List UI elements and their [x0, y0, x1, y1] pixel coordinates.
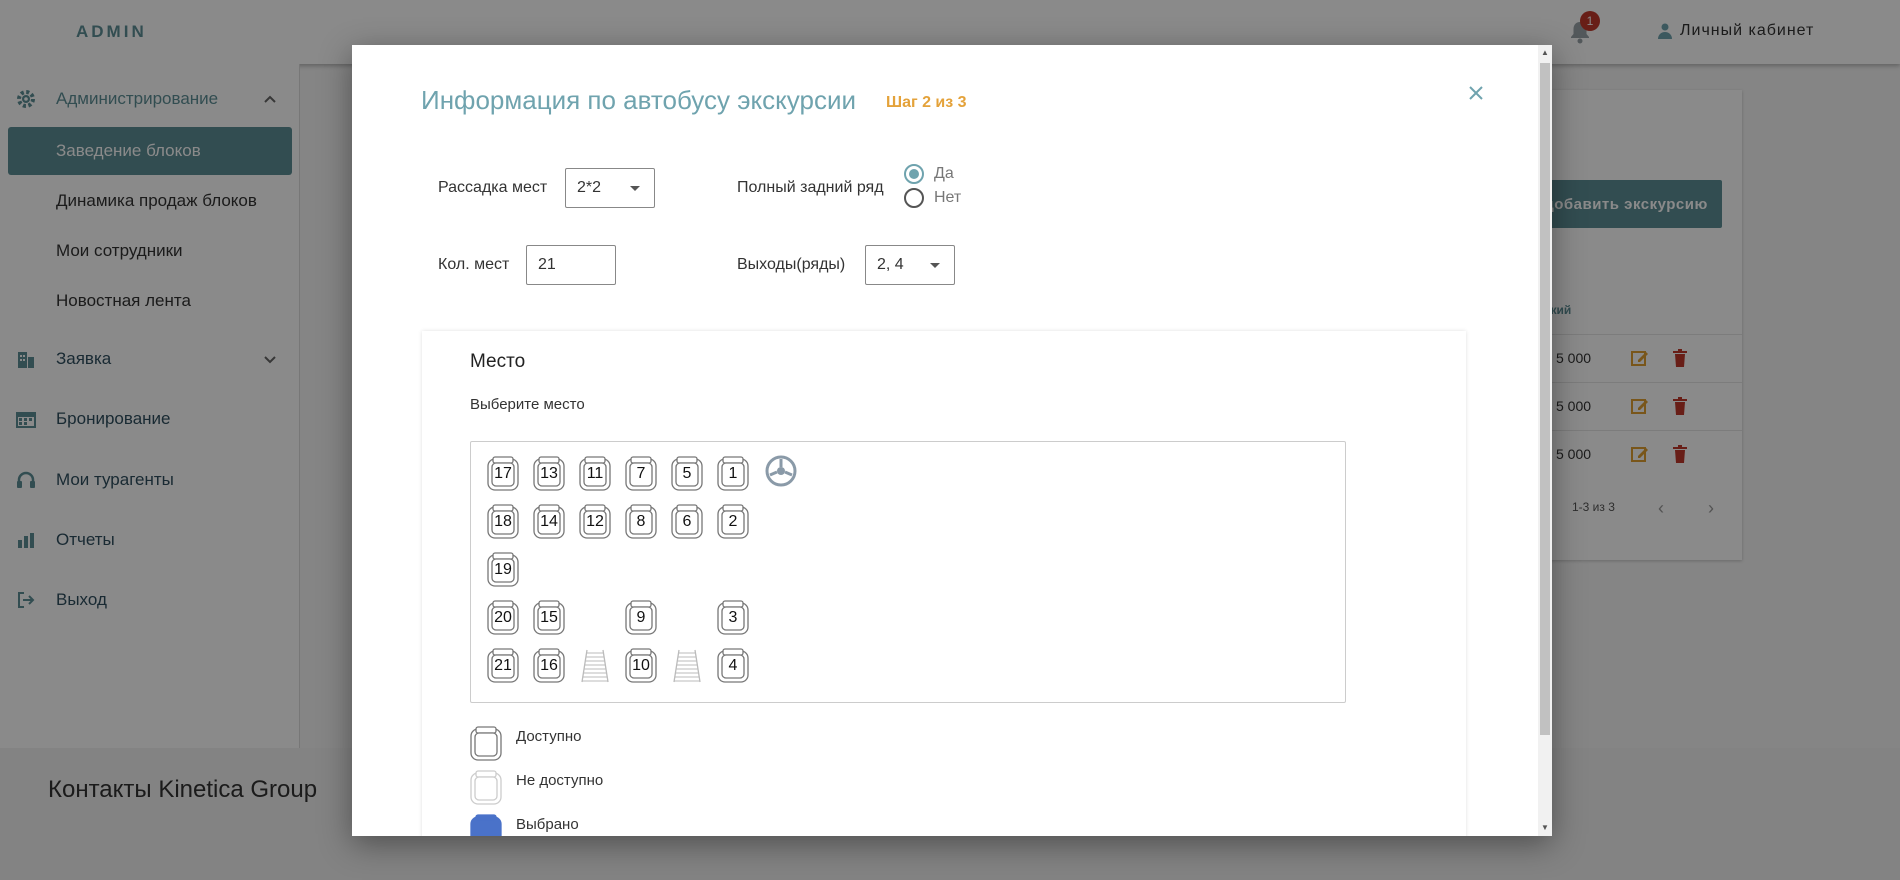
seat-number: 3 [728, 609, 738, 626]
seat-map-title: Место [470, 351, 526, 372]
seat-number: 21 [494, 657, 512, 674]
seat-number: 20 [494, 609, 512, 626]
caret-down-icon [630, 186, 640, 191]
seat-12[interactable]: 12 [579, 504, 611, 540]
stairs-icon [579, 648, 611, 684]
seat-number: 12 [586, 513, 604, 530]
seat-3[interactable]: 3 [717, 600, 749, 636]
seat-20[interactable]: 20 [487, 600, 519, 636]
steering-wheel-icon [765, 455, 797, 487]
scroll-down-icon[interactable]: ▼ [1541, 824, 1549, 832]
stairs-icon [671, 648, 703, 684]
radio-yes-label: Да [934, 165, 954, 182]
seat-number: 10 [632, 657, 650, 674]
seat-number: 17 [494, 465, 512, 482]
step-indicator: Шаг 2 из 3 [886, 94, 967, 111]
seat-number: 1 [728, 465, 738, 482]
seat-9[interactable]: 9 [625, 600, 657, 636]
seat-number: 11 [586, 465, 604, 482]
seat-5[interactable]: 5 [671, 456, 703, 492]
seat-2[interactable]: 2 [717, 504, 749, 540]
radio-no-label: Нет [934, 189, 962, 206]
legend-available: Доступно [470, 726, 581, 762]
seat-16[interactable]: 16 [533, 648, 565, 684]
seat-6[interactable]: 6 [671, 504, 703, 540]
seats-count-value: 21 [538, 256, 556, 273]
seat-number: 7 [636, 465, 646, 482]
exits-select[interactable]: 2, 4 [865, 245, 955, 285]
seat-4[interactable]: 4 [717, 648, 749, 684]
caret-down-icon [930, 263, 940, 268]
legend-label: Не доступно [516, 772, 604, 789]
seat-available-icon [470, 726, 502, 762]
seat-number: 16 [540, 657, 558, 674]
seat-18[interactable]: 18 [487, 504, 519, 540]
exits-value: 2, 4 [877, 256, 904, 273]
seats-count-label: Кол. мест [438, 256, 510, 273]
seat-number: 9 [636, 609, 646, 626]
seat-number: 15 [540, 609, 558, 626]
close-icon[interactable] [1464, 81, 1488, 105]
seat-number: 19 [494, 561, 512, 578]
seat-map-card: Место Выберите место 17 13 11 7 5 1 18 14 12 8 6 2 1… [422, 331, 1466, 836]
seat-14[interactable]: 14 [533, 504, 565, 540]
full-back-row-label: Полный задний ряд [737, 179, 884, 196]
seating-select[interactable]: 2*2 [565, 168, 655, 208]
seat-number: 6 [682, 513, 692, 530]
bus-seat-plan: 17 13 11 7 5 1 18 14 12 8 6 2 19 20 15 9 3 21 16 10 4 [470, 441, 1346, 703]
seat-selected-icon [470, 814, 502, 836]
legend-selected: Выбрано [470, 814, 579, 836]
seats-count-input[interactable]: 21 [526, 245, 616, 285]
modal-title: Информация по автобусу экскурсии [421, 85, 857, 115]
radio-dot [904, 164, 924, 184]
legend-unavailable: Не доступно [470, 770, 603, 806]
seat-number: 8 [636, 513, 646, 530]
legend-label: Выбрано [516, 816, 579, 833]
seat-1[interactable]: 1 [717, 456, 749, 492]
seat-19[interactable]: 19 [487, 552, 519, 588]
seat-8[interactable]: 8 [625, 504, 657, 540]
seat-15[interactable]: 15 [533, 600, 565, 636]
seat-17[interactable]: 17 [487, 456, 519, 492]
seat-unavailable-icon [470, 770, 502, 806]
exits-label: Выходы(ряды) [737, 256, 846, 273]
seat-21[interactable]: 21 [487, 648, 519, 684]
seating-label: Рассадка мест [438, 179, 548, 196]
radio-no[interactable]: Нет [904, 188, 961, 208]
seat-number: 4 [728, 657, 738, 674]
scroll-thumb[interactable] [1540, 63, 1550, 735]
bus-info-modal: Информация по автобусу экскурсии Шаг 2 и… [352, 45, 1552, 836]
seat-11[interactable]: 11 [579, 456, 611, 492]
seat-number: 14 [540, 513, 558, 530]
seat-number: 13 [540, 465, 558, 482]
radio-dot [904, 188, 924, 208]
seat-13[interactable]: 13 [533, 456, 565, 492]
seat-number: 5 [682, 465, 692, 482]
scroll-up-icon[interactable]: ▲ [1541, 49, 1549, 57]
seat-7[interactable]: 7 [625, 456, 657, 492]
radio-yes[interactable]: Да [904, 164, 954, 184]
seat-10[interactable]: 10 [625, 648, 657, 684]
seat-number: 18 [494, 513, 512, 530]
seat-number: 2 [728, 513, 738, 530]
seat-map-subtitle: Выберите место [470, 396, 585, 413]
modal-scrollbar[interactable]: ▲ ▼ [1538, 45, 1552, 836]
legend-label: Доступно [516, 728, 582, 745]
seating-value: 2*2 [577, 179, 602, 196]
